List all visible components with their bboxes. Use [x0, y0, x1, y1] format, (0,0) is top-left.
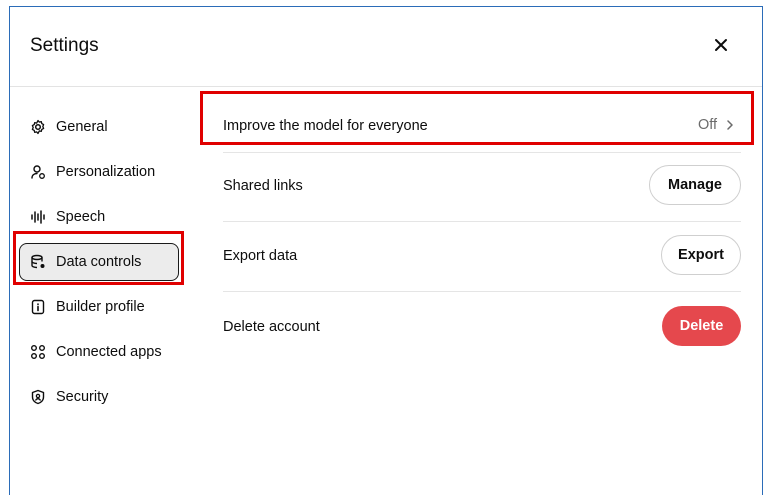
sidebar-item-builder-profile[interactable]: Builder profile [30, 297, 145, 317]
row-divider [223, 291, 741, 292]
delete-account-label: Delete account [223, 319, 320, 335]
settings-dialog: Settings General Personalization Speech … [9, 6, 763, 495]
sidebar-item-personalization[interactable]: Personalization [30, 162, 155, 182]
shield-icon [30, 389, 46, 405]
row-divider [223, 152, 741, 153]
apps-grid-icon [30, 344, 46, 360]
sidebar-item-security[interactable]: Security [30, 387, 108, 407]
sidebar-item-general[interactable]: General [30, 117, 108, 137]
chevron-right-icon [727, 120, 733, 130]
dialog-header: Settings [10, 7, 762, 87]
sidebar-item-label: Data controls [56, 254, 142, 270]
improve-model-toggle[interactable]: Off [698, 117, 737, 133]
improve-model-value: Off [698, 117, 718, 133]
sidebar-item-connected-apps[interactable]: Connected apps [30, 342, 162, 362]
export-data-label: Export data [223, 248, 298, 264]
sidebar-item-label: Speech [56, 209, 106, 225]
id-card-icon [30, 299, 46, 315]
sidebar-item-label: Personalization [56, 164, 156, 180]
export-button[interactable]: Export [661, 235, 741, 275]
database-icon [30, 254, 46, 270]
row-divider [223, 221, 741, 222]
waveform-icon [30, 209, 46, 225]
sidebar-item-label: General [56, 119, 108, 135]
sidebar-item-label: Connected apps [56, 344, 162, 360]
sidebar-item-label: Security [56, 389, 109, 405]
sidebar-item-speech[interactable]: Speech [30, 207, 105, 227]
manage-button[interactable]: Manage [649, 165, 741, 205]
improve-model-label: Improve the model for everyone [223, 118, 428, 134]
close-icon[interactable] [710, 34, 732, 56]
dialog-title: Settings [30, 35, 99, 56]
sidebar-item-data-controls[interactable]: Data controls [30, 252, 141, 272]
gear-icon [30, 119, 46, 135]
person-icon [30, 164, 46, 180]
delete-button[interactable]: Delete [662, 306, 741, 346]
sidebar-item-label: Builder profile [56, 299, 145, 315]
shared-links-label: Shared links [223, 178, 303, 194]
